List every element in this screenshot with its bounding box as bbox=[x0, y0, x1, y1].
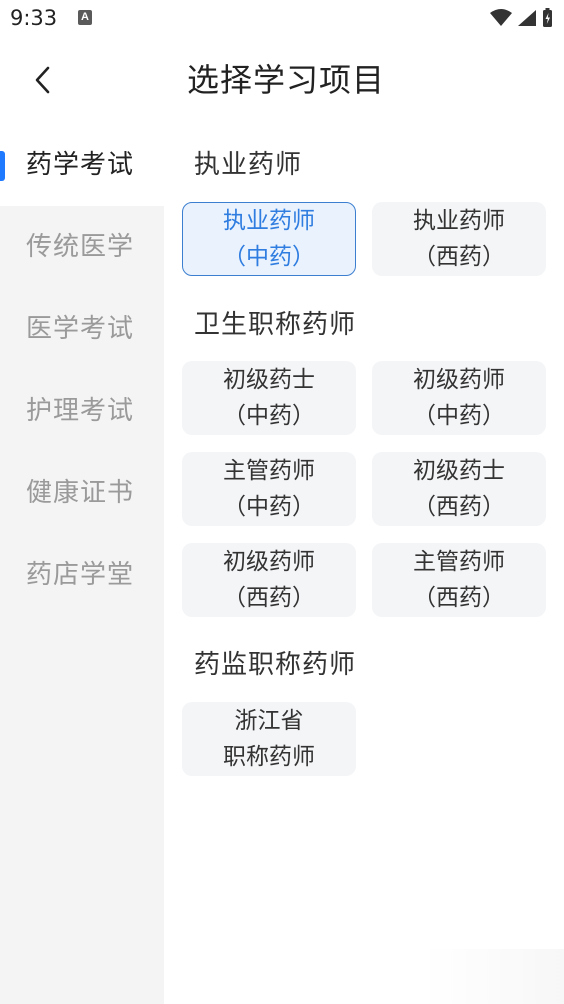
card-line1: 执业药师 bbox=[223, 208, 315, 234]
chevron-left-icon bbox=[35, 66, 50, 94]
card-line1: 主管药师 bbox=[223, 458, 315, 484]
project-card[interactable]: 主管药师 （中药） bbox=[182, 452, 356, 526]
sidebar-item-health-certificate[interactable]: 健康证书 bbox=[0, 452, 164, 534]
project-card[interactable]: 浙江省 职称药师 bbox=[182, 702, 356, 776]
header: 选择学习项目 bbox=[0, 40, 564, 122]
sidebar-item-label: 健康证书 bbox=[26, 478, 135, 508]
project-card[interactable]: 初级药师 （西药） bbox=[182, 543, 356, 617]
sidebar-item-pharmacy-exam[interactable]: 药学考试 bbox=[0, 124, 164, 206]
card-line2: （中药） bbox=[223, 244, 315, 270]
card-line1: 初级药士 bbox=[223, 367, 315, 393]
category-sidebar: 药学考试 传统医学 医学考试 护理考试 健康证书 药店学堂 bbox=[0, 124, 164, 1004]
card-line1: 初级药士 bbox=[413, 458, 505, 484]
sidebar-item-medical-exam[interactable]: 医学考试 bbox=[0, 288, 164, 370]
sidebar-item-label: 药店学堂 bbox=[26, 560, 135, 590]
card-line1: 执业药师 bbox=[413, 208, 505, 234]
sidebar-item-label: 药学考试 bbox=[26, 150, 135, 180]
card-line2: （中药） bbox=[223, 403, 315, 429]
sidebar-item-label: 护理考试 bbox=[26, 396, 135, 426]
page-title: 选择学习项目 bbox=[187, 61, 386, 99]
project-card[interactable]: 执业药师 （西药） bbox=[372, 202, 546, 276]
card-line2: （中药） bbox=[223, 494, 315, 520]
status-icons bbox=[488, 7, 554, 29]
sidebar-item-label: 传统医学 bbox=[26, 232, 135, 262]
project-list: 执业药师 执业药师 （中药） 执业药师 （西药） 卫生职称药师 初级药士 （中药… bbox=[164, 124, 564, 1004]
signal-icon bbox=[518, 10, 536, 26]
project-card[interactable]: 主管药师 （西药） bbox=[372, 543, 546, 617]
card-line2: （西药） bbox=[413, 244, 505, 270]
project-card[interactable]: 初级药士 （中药） bbox=[182, 361, 356, 435]
section-title: 药监职称药师 bbox=[194, 650, 357, 680]
status-bar: 9:33 A bbox=[0, 0, 564, 40]
card-line1: 初级药师 bbox=[413, 367, 505, 393]
card-line1: 初级药师 bbox=[223, 549, 315, 575]
card-line1: 主管药师 bbox=[413, 549, 505, 575]
back-button[interactable] bbox=[24, 60, 64, 100]
battery-icon bbox=[543, 8, 552, 27]
card-line1: 浙江省 bbox=[234, 708, 304, 734]
card-line2: （西药） bbox=[413, 585, 505, 611]
active-indicator bbox=[0, 151, 5, 181]
status-time: 9:33 bbox=[10, 6, 58, 30]
sidebar-item-pharmacy-academy[interactable]: 药店学堂 bbox=[0, 534, 164, 616]
card-line2: 职称药师 bbox=[223, 744, 315, 770]
section-title: 执业药师 bbox=[194, 150, 303, 180]
card-line2: （西药） bbox=[413, 494, 505, 520]
project-card[interactable]: 执业药师 （中药） bbox=[182, 202, 356, 276]
sidebar-item-label: 医学考试 bbox=[26, 314, 135, 344]
sidebar-item-traditional-medicine[interactable]: 传统医学 bbox=[0, 206, 164, 288]
project-card[interactable]: 初级药师 （中药） bbox=[372, 361, 546, 435]
card-line2: （中药） bbox=[413, 403, 505, 429]
section-title: 卫生职称药师 bbox=[194, 310, 357, 340]
bottom-fade bbox=[424, 949, 564, 1004]
card-line2: （西药） bbox=[223, 585, 315, 611]
notification-a-icon: A bbox=[78, 10, 92, 25]
sidebar-item-nursing-exam[interactable]: 护理考试 bbox=[0, 370, 164, 452]
project-card[interactable]: 初级药士 （西药） bbox=[372, 452, 546, 526]
wifi-icon bbox=[490, 9, 512, 26]
